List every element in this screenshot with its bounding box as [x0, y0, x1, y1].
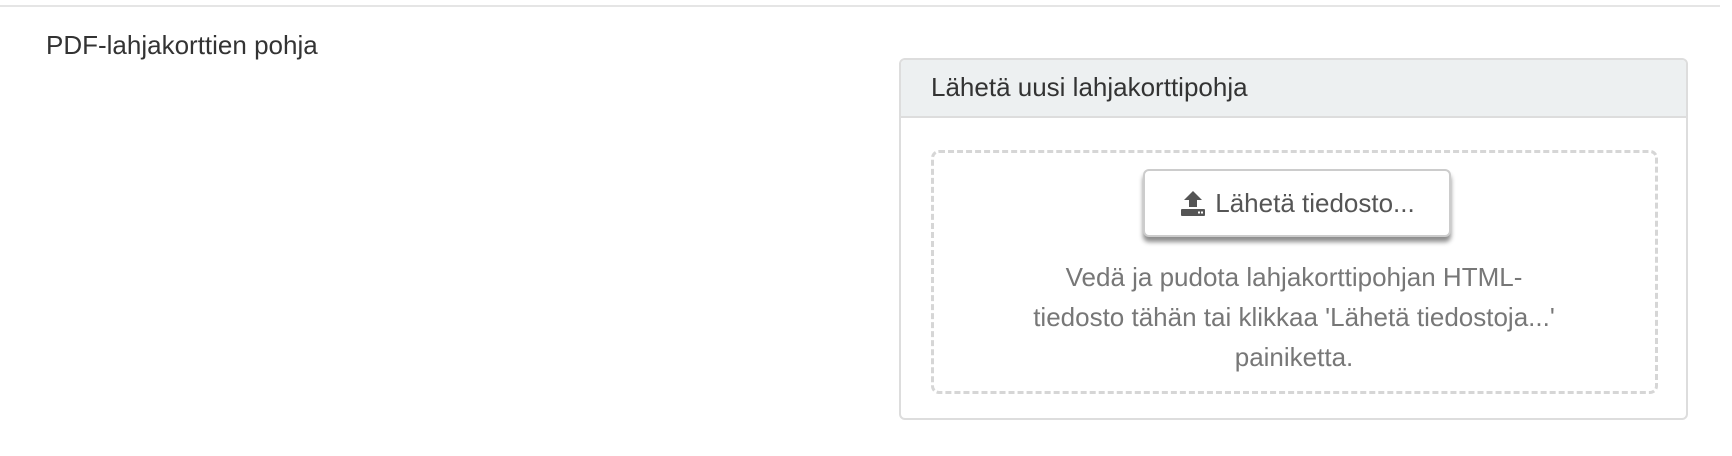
section-label: PDF-lahjakorttien pohja — [46, 30, 318, 60]
dropzone-instructions: Vedä ja pudota lahjakorttipohjan HTML-ti… — [1033, 262, 1555, 372]
file-dropzone[interactable]: Lähetä tiedosto... Vedä ja pudota lahjak… — [931, 150, 1658, 394]
upload-icon — [1179, 189, 1207, 217]
section-divider — [0, 5, 1720, 7]
upload-button-label: Lähetä tiedosto... — [1215, 187, 1415, 218]
panel-body: Lähetä tiedosto... Vedä ja pudota lahjak… — [901, 118, 1686, 418]
panel-heading: Lähetä uusi lahjakorttipohja — [901, 60, 1686, 118]
upload-panel: Lähetä uusi lahjakorttipohja Lähetä tied… — [899, 58, 1688, 420]
upload-file-button[interactable]: Lähetä tiedosto... — [1143, 169, 1451, 237]
